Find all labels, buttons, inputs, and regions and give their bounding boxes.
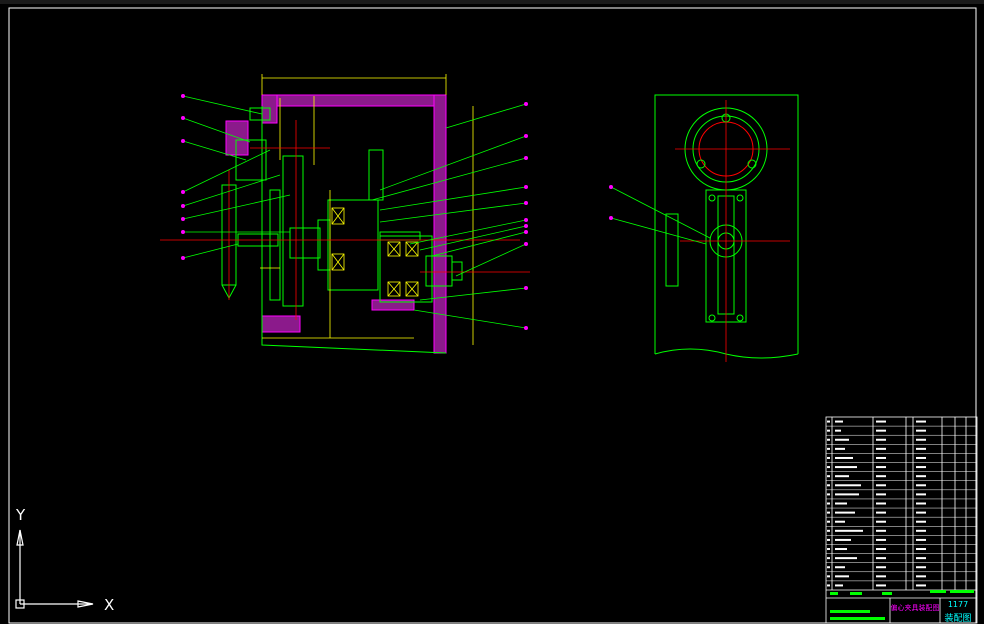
parts-list-name-mark (835, 566, 845, 569)
parts-list-name-mark (835, 429, 841, 432)
parts-list-index-mark (827, 529, 830, 532)
parts-list-name-mark (835, 456, 853, 459)
parts-list-index-mark (827, 420, 830, 423)
parts-list-qty-mark (876, 493, 886, 496)
parts-list-material-mark (916, 420, 926, 423)
parts-list-index-mark (827, 466, 830, 469)
parts-list-name-mark (835, 466, 857, 469)
parts-list-qty-mark (876, 456, 886, 459)
parts-list-index-mark (827, 538, 830, 541)
parts-list-index-mark (827, 493, 830, 496)
housing-outline (221, 106, 463, 354)
parts-list-material-mark (916, 575, 926, 578)
parts-list-index-mark (827, 511, 830, 514)
parts-list-name-mark (835, 538, 851, 541)
parts-list-material-mark (916, 438, 926, 441)
parts-list-material-mark (916, 493, 926, 496)
parts-list-index-mark (827, 484, 830, 487)
parts-list-qty-mark (876, 502, 886, 505)
side-view[interactable] (609, 94, 799, 362)
bearing-symbols (331, 207, 419, 297)
parts-list-index-mark (827, 429, 830, 432)
ucs-y-label: Y (15, 506, 26, 524)
parts-list-index-mark (827, 520, 830, 523)
sheet-name: 装配图 (944, 612, 971, 624)
parts-list-name-mark (835, 575, 849, 578)
parts-list-qty-mark (876, 584, 886, 587)
parts-list-qty-mark (876, 529, 886, 532)
parts-list-qty-mark (876, 447, 886, 450)
parts-list-index-mark (827, 456, 830, 459)
drawing-number: 1177 (948, 600, 968, 609)
parts-list-name-mark (835, 475, 849, 478)
parts-list-index-mark (827, 475, 830, 478)
parts-list-name-mark (835, 420, 843, 423)
cad-drawing-canvas[interactable]: 偏心夹具装配图 1177 装配图 Y X (0, 0, 984, 624)
parts-list-index-mark (827, 438, 830, 441)
parts-list-qty-mark (876, 511, 886, 514)
parts-list-qty-mark (876, 484, 886, 487)
parts-list-name-mark (835, 493, 859, 496)
drawing-frame (8, 7, 977, 624)
parts-list-material-mark (916, 475, 926, 478)
parts-list-name-mark (835, 557, 857, 560)
parts-list-material-mark (916, 557, 926, 560)
side-view-leaders (610, 186, 711, 245)
parts-list-index-mark (827, 502, 830, 505)
parts-list-qty-mark (876, 429, 886, 432)
ucs-x-label: X (104, 596, 114, 614)
section-view-assembly[interactable] (160, 74, 530, 354)
side-view-balloons (609, 185, 613, 220)
parts-list-name-mark (835, 502, 847, 505)
parts-list-material-mark (916, 484, 926, 487)
parts-list-material-mark (916, 429, 926, 432)
side-view-center-lines (675, 100, 790, 362)
parts-list-name-mark (835, 529, 863, 532)
title-block[interactable]: 偏心夹具装配图 1177 装配图 (826, 589, 977, 624)
parts-list-qty-mark (876, 420, 886, 423)
parts-list-qty-mark (876, 475, 886, 478)
ucs-icon (15, 529, 94, 609)
parts-list-material-mark (916, 538, 926, 541)
parts-list-material-mark (916, 511, 926, 514)
parts-list-material-mark (916, 529, 926, 532)
parts-list-material-mark (916, 456, 926, 459)
parts-list-index-mark (827, 548, 830, 551)
parts-list-name-mark (835, 484, 861, 487)
parts-list-name-mark (835, 548, 847, 551)
parts-list-qty-mark (876, 438, 886, 441)
parts-list-name-mark (835, 447, 845, 450)
parts-list-qty-mark (876, 575, 886, 578)
parts-list-material-mark (916, 548, 926, 551)
parts-list-name-mark (835, 584, 843, 587)
parts-list-qty-mark (876, 520, 886, 523)
parts-list-material-mark (916, 466, 926, 469)
parts-list-index-mark (827, 584, 830, 587)
parts-list-name-mark (835, 511, 855, 514)
parts-list-index-mark (827, 447, 830, 450)
parts-list-name-mark (835, 438, 849, 441)
parts-list-index-mark (827, 575, 830, 578)
parts-list-name-mark (835, 520, 845, 523)
parts-list-index-mark (827, 566, 830, 569)
parts-list-material-mark (916, 520, 926, 523)
parts-list-qty-mark (876, 466, 886, 469)
parts-list-material-mark (916, 584, 926, 587)
parts-list-material-mark (916, 502, 926, 505)
drawing-title: 偏心夹具装配图 (891, 603, 940, 612)
parts-list-qty-mark (876, 548, 886, 551)
parts-list-index-mark (827, 557, 830, 560)
parts-list-qty-mark (876, 538, 886, 541)
parts-list-qty-mark (876, 566, 886, 569)
parts-list-material-mark (916, 566, 926, 569)
parts-list-qty-mark (876, 557, 886, 560)
side-view-outline (654, 94, 799, 359)
parts-list-material-mark (916, 447, 926, 450)
